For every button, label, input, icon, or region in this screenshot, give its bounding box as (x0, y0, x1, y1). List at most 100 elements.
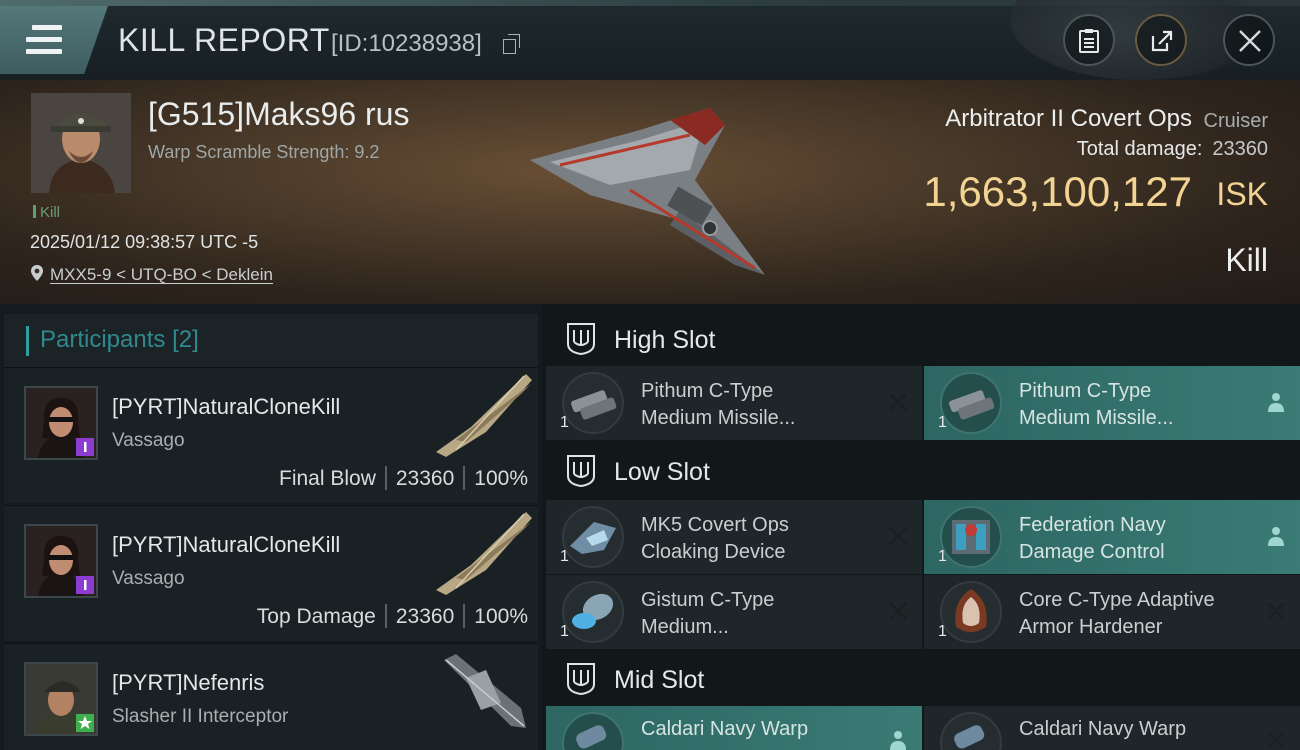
warp-disruptor-icon (940, 712, 1002, 750)
isk-value: 1,663,100,127 (923, 168, 1192, 215)
participant-name: [PYRT]NaturalCloneKill (112, 532, 341, 557)
page-title: KILL REPORT (118, 22, 330, 58)
module-name: Pithum C-Type Medium Missile... (641, 378, 871, 432)
participant-avatar (24, 386, 98, 460)
participant-name: [PYRT]NaturalCloneKill (112, 394, 341, 419)
participant-ship-image (444, 654, 526, 728)
divider (463, 466, 466, 490)
fitting-panel: High Slot 1 Pithum C-Type Medium Missile… (542, 304, 1300, 750)
dropped-person-icon (1268, 527, 1284, 546)
share-icon (1151, 30, 1173, 52)
divider (384, 604, 387, 628)
low-slot-icon (567, 455, 595, 488)
missile-launcher-icon (562, 372, 624, 434)
participants-title: Participants [2] (40, 326, 199, 354)
module-card[interactable]: 1 Pithum C-Type Medium Missile... (546, 366, 922, 440)
map-pin-icon (31, 265, 43, 281)
participant-stats: Top Damage 23360 100% (257, 604, 528, 629)
module-card[interactable]: Caldari Navy Warp (924, 706, 1300, 750)
participant-avatar (24, 662, 98, 736)
dropped-person-icon (1268, 393, 1284, 412)
module-name-line1: Federation Navy (1019, 514, 1166, 536)
module-card[interactable]: 1 Federation Navy Damage Control (924, 500, 1300, 574)
participant-ship: Vassago (112, 430, 185, 451)
destroyed-x-icon (889, 602, 907, 620)
armor-hardener-icon (940, 581, 1002, 643)
module-name: Caldari Navy Warp (641, 716, 871, 743)
participant-ship-image (436, 374, 532, 457)
module-name-line1: Gistum C-Type (641, 589, 775, 611)
mid-slot-header: Mid Slot (546, 648, 1300, 710)
role-badge-icon (76, 576, 94, 594)
location-link[interactable]: MXX5-9 < UTQ-BO < Deklein (30, 264, 273, 285)
share-button[interactable] (1135, 14, 1187, 66)
ship-class: Cruiser (1203, 110, 1268, 132)
pilot-portrait-image (31, 93, 131, 193)
missile-launcher-icon (940, 372, 1002, 434)
module-name-line2: Medium... (641, 616, 729, 638)
divider (384, 466, 387, 490)
menu-button[interactable] (0, 6, 108, 74)
copy-icon[interactable] (503, 34, 521, 54)
clipboard-button[interactable] (1063, 14, 1115, 66)
participants-label: Participants (40, 326, 166, 353)
warp-scramble-strength: Warp Scramble Strength: 9.2 (148, 142, 380, 162)
participant-row[interactable]: [PYRT]NaturalCloneKill Vassago Top Damag… (4, 505, 538, 641)
module-card[interactable]: Caldari Navy Warp (546, 706, 922, 750)
module-name: MK5 Covert Ops Cloaking Device (641, 512, 871, 566)
close-icon (1239, 30, 1261, 52)
participant-damage: 23360 (395, 467, 455, 490)
module-name-line2: Cloaking Device (641, 541, 786, 563)
module-quantity: 1 (938, 414, 947, 431)
victim-banner: [G515]Maks96 rus Warp Scramble Strength:… (0, 80, 1300, 304)
hamburger-icon (26, 25, 62, 55)
result-label: Kill (1225, 242, 1268, 278)
module-quantity: 1 (560, 414, 569, 431)
victim-ship-image (530, 108, 765, 275)
divider (463, 604, 466, 628)
high-slot-header: High Slot (546, 308, 1300, 370)
module-name-line1: Core C-Type Adaptive (1019, 589, 1215, 611)
module-quantity: 1 (938, 548, 947, 565)
clipboard-icon (1079, 29, 1099, 53)
module-name-line2: Armor Hardener (1019, 616, 1163, 638)
participant-ship: Vassago (112, 568, 185, 589)
victim-avatar[interactable] (31, 93, 131, 193)
participant-role: Final Blow (279, 467, 376, 490)
role-badge-icon (76, 714, 94, 732)
high-slot-icon (567, 323, 595, 356)
module-card[interactable]: 1 Pithum C-Type Medium Missile... (924, 366, 1300, 440)
participant-row[interactable]: [PYRT]Nefenris Slasher II Interceptor (4, 643, 538, 750)
victim-name[interactable]: [G515]Maks96 rus (148, 96, 409, 133)
isk-unit: ISK (1216, 176, 1268, 212)
participant-damage: 23360 (395, 605, 455, 628)
participant-percent: 100% (474, 467, 528, 490)
total-damage-label: Total damage: (1076, 138, 1203, 160)
module-name-line1: Caldari Navy Warp (1019, 718, 1187, 740)
participant-name: [PYRT]Nefenris (112, 670, 265, 695)
module-name: Pithum C-Type Medium Missile... (1019, 378, 1249, 432)
dropped-person-icon (890, 731, 906, 750)
status-badge: Kill (33, 204, 60, 221)
module-card[interactable]: 1 Core C-Type Adaptive Armor Hardener (924, 575, 1300, 649)
low-slot-title: Low Slot (614, 458, 710, 486)
module-quantity: 1 (560, 548, 569, 565)
ship-name[interactable]: Arbitrator II Covert Ops (945, 105, 1192, 133)
participant-avatar (24, 524, 98, 598)
module-name-line2: Medium Missile... (641, 407, 796, 429)
module-name-line2: Damage Control (1019, 541, 1165, 563)
module-name: Gistum C-Type Medium... (641, 587, 871, 641)
total-damage: Total damage: 23360 (1077, 138, 1268, 161)
participant-row[interactable]: [PYRT]NaturalCloneKill Vassago Final Blo… (4, 367, 538, 503)
close-button[interactable] (1223, 14, 1275, 66)
destroyed-x-icon (889, 393, 907, 411)
participant-percent: 100% (474, 605, 528, 628)
cloaking-device-icon (562, 506, 624, 568)
module-name: Federation Navy Damage Control (1019, 512, 1249, 566)
low-slot-header: Low Slot (546, 440, 1300, 502)
module-card[interactable]: 1 MK5 Covert Ops Cloaking Device (546, 500, 922, 574)
top-bar: KILL REPORT [ID:10238938] (0, 0, 1300, 80)
module-card[interactable]: 1 Gistum C-Type Medium... (546, 575, 922, 649)
section-accent-bar (26, 326, 29, 356)
total-damage-value: 23360 (1212, 138, 1268, 160)
